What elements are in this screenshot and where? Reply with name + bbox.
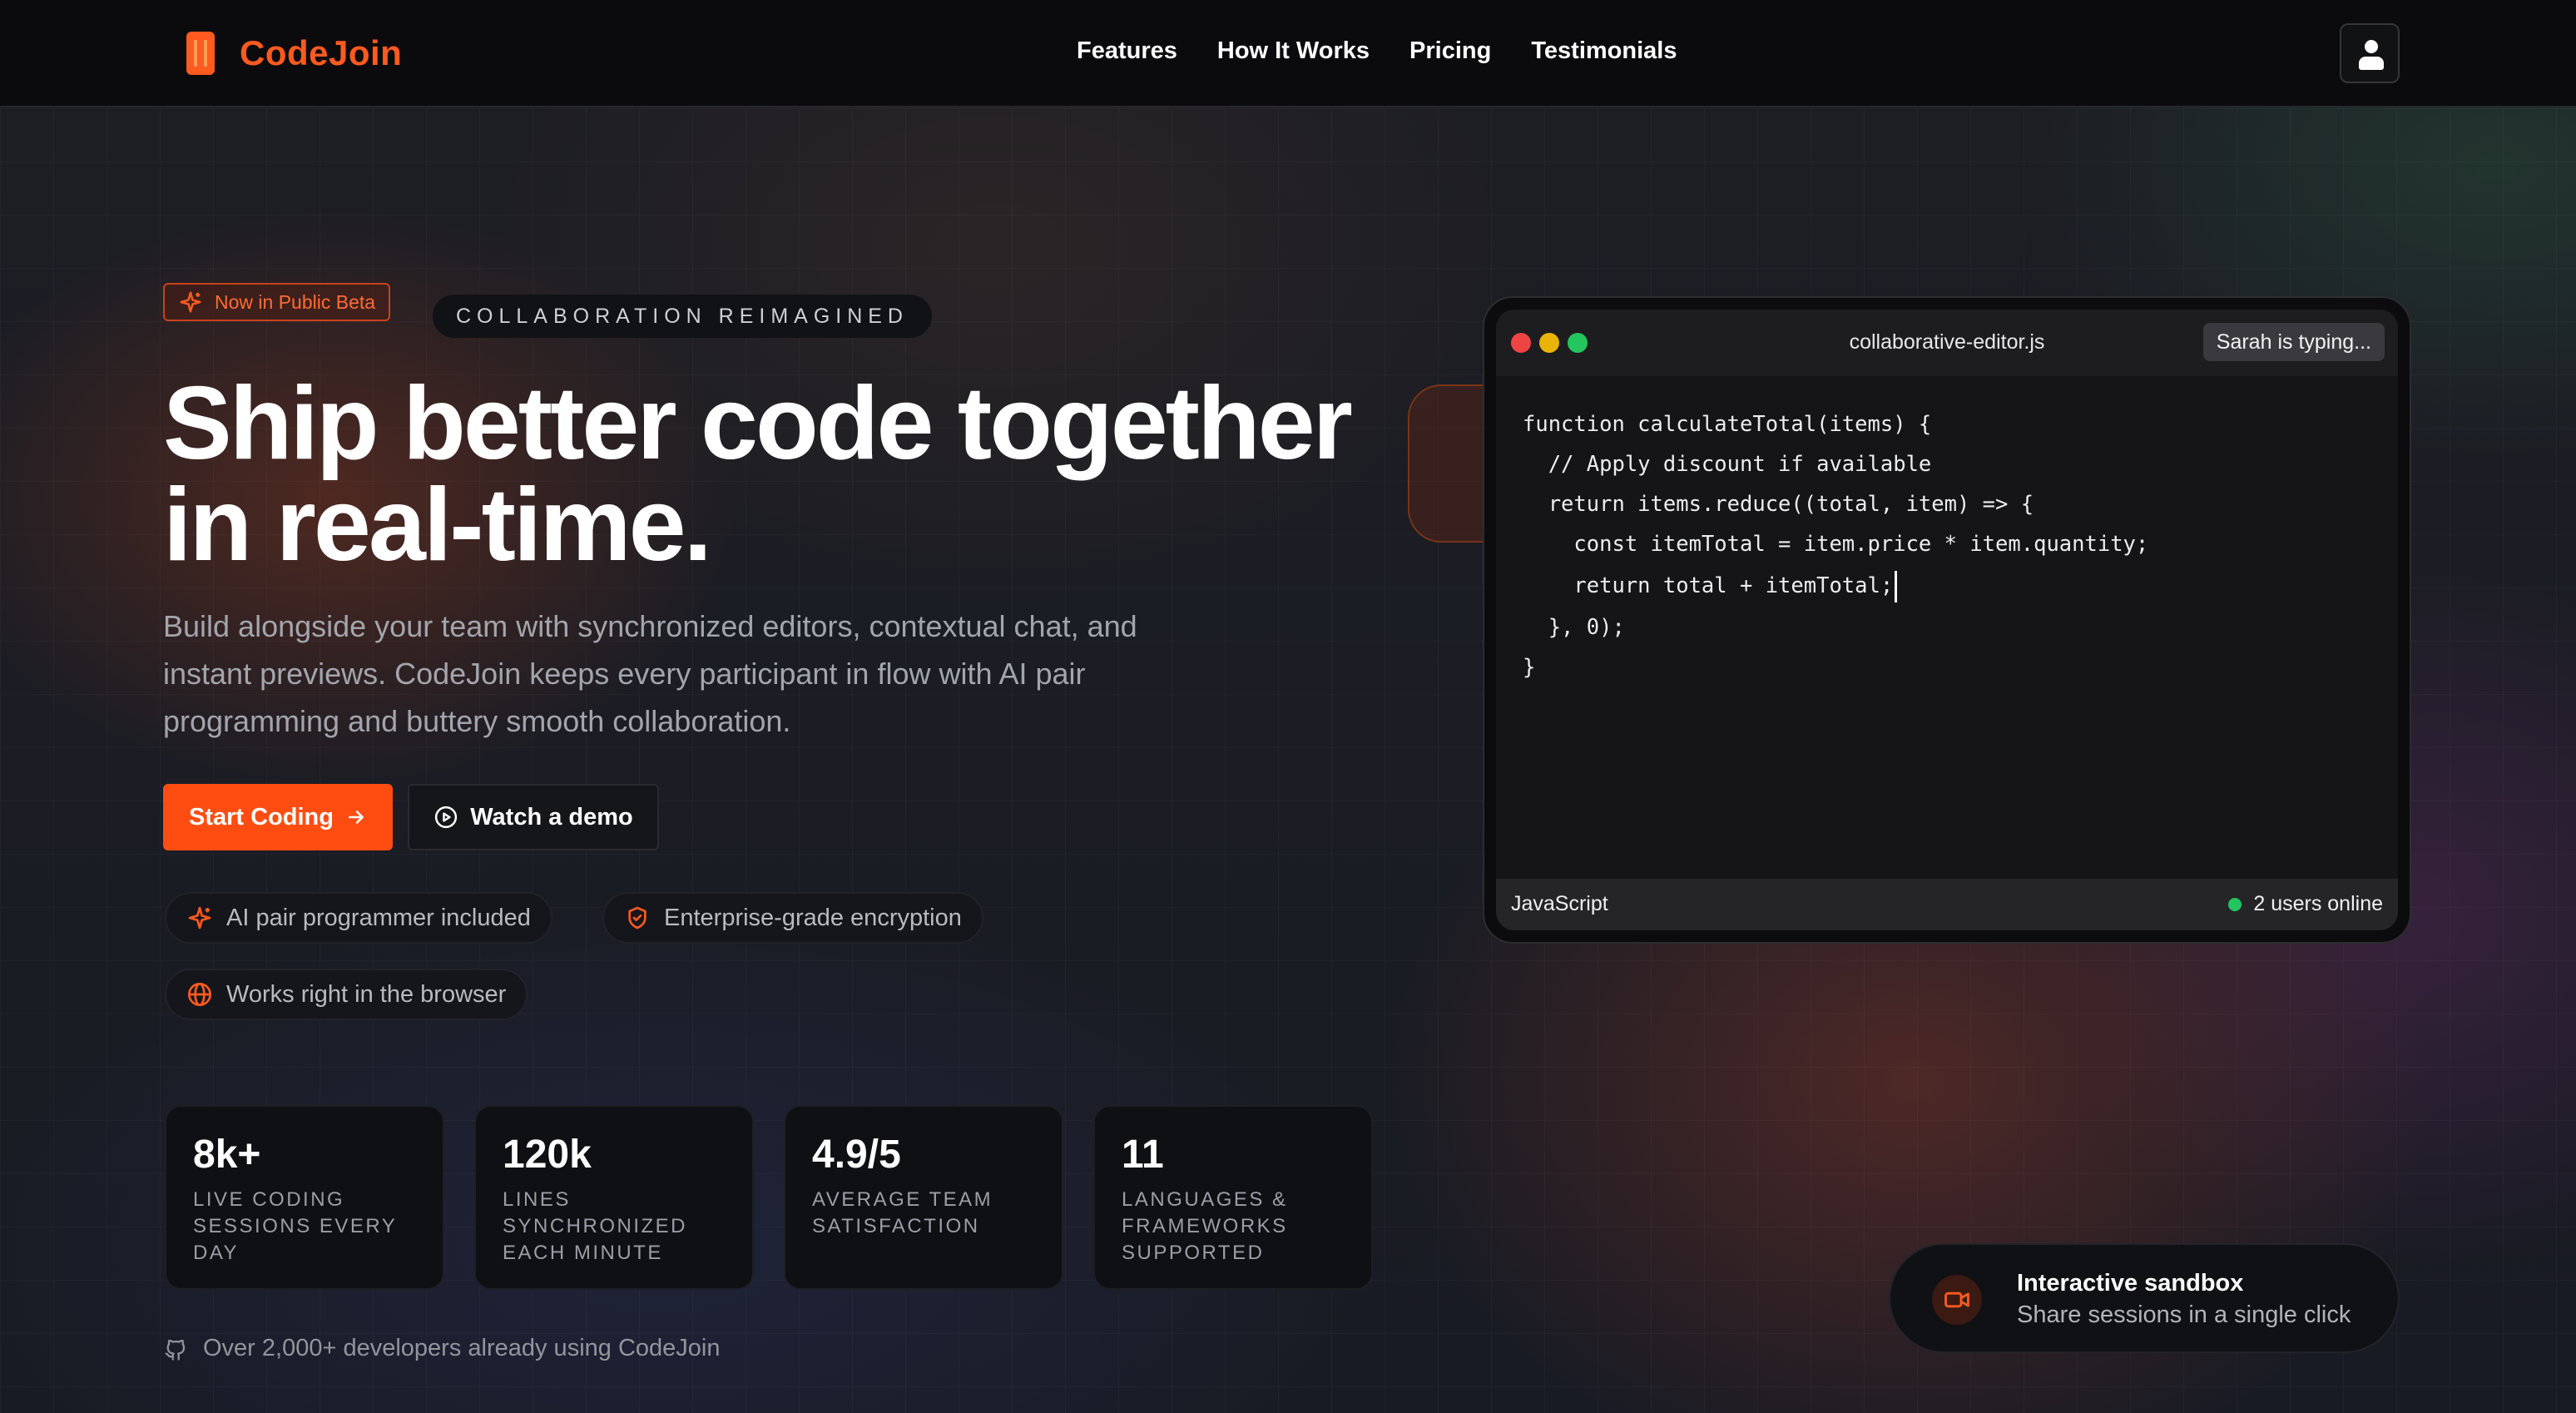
- eyebrow-text: COLLABORATION REIMAGINED: [456, 304, 909, 328]
- feature-pill-encryption: Enterprise-grade encryption: [602, 892, 983, 944]
- stat-card-satisfaction: 4.9/5 AVERAGE TEAM SATISFACTION: [784, 1105, 1063, 1290]
- start-coding-label: Start Coding: [189, 803, 334, 830]
- stat-label: LIVE CODING SESSIONS EVERY DAY: [193, 1188, 397, 1264]
- nav-link-features[interactable]: Features: [1077, 37, 1177, 65]
- social-proof-text: Over 2,000+ developers already using Cod…: [203, 1335, 721, 1361]
- beta-badge-label: Now in Public Beta: [215, 290, 376, 313]
- stat-value: 120k: [503, 1133, 592, 1177]
- sparkle-icon: [180, 291, 201, 313]
- code-editor-preview: collaborative-editor.js Sarah is typing.…: [1496, 310, 2398, 930]
- headline-line-2: in real-time.: [163, 468, 712, 583]
- sparkle-icon: [188, 906, 211, 930]
- stat-label: LANGUAGES & FRAMEWORKS SUPPORTED: [1122, 1188, 1288, 1264]
- typing-status: Sarah is typing...: [2216, 330, 2371, 354]
- nav-link-pricing[interactable]: Pricing: [1409, 37, 1491, 65]
- code-line: function calculateTotal(items) {: [1523, 412, 1932, 437]
- stat-card-lines: 120k LINES SYNCHRONIZED EACH MINUTE: [474, 1105, 754, 1290]
- watch-demo-label: Watch a demo: [470, 803, 633, 830]
- code-line: }, 0);: [1523, 615, 1625, 640]
- online-count: 2 users online: [2253, 892, 2383, 915]
- sandbox-title: Interactive sandbox: [2017, 1270, 2244, 1296]
- feature-label: Works right in the browser: [226, 980, 507, 1008]
- code-line: }: [1523, 655, 1536, 680]
- arrow-right-icon: [349, 811, 364, 824]
- feature-label: Enterprise-grade encryption: [664, 904, 962, 931]
- start-coding-button[interactable]: Start Coding: [163, 784, 393, 850]
- github-icon: [165, 1339, 186, 1361]
- video-camera-icon: [1944, 1292, 1969, 1308]
- top-nav: CodeJoin Features How It Works Pricing T…: [0, 0, 2576, 107]
- beta-badge: Now in Public Beta: [163, 283, 391, 321]
- eyebrow-pill: COLLABORATION REIMAGINED: [433, 295, 932, 338]
- globe-icon: [188, 983, 211, 1006]
- brand-name: CodeJoin: [240, 33, 403, 72]
- feature-pill-browser: Works right in the browser: [165, 969, 528, 1020]
- logo-icon: [186, 32, 215, 75]
- online-status: 2 users online: [2228, 892, 2383, 916]
- hero-subtext: Build alongside your team with synchroni…: [163, 609, 1137, 738]
- stat-label: LINES SYNCHRONIZED EACH MINUTE: [503, 1188, 688, 1264]
- editor-statusbar: JavaScript 2 users online: [1496, 879, 2398, 930]
- feature-pill-ai: AI pair programmer included: [165, 892, 552, 944]
- text-caret: [1895, 571, 1898, 602]
- stat-value: 4.9/5: [812, 1133, 901, 1177]
- hero-headline: Ship better code together in real-time.: [163, 372, 1478, 577]
- watch-demo-button[interactable]: Watch a demo: [408, 784, 659, 850]
- sandbox-subtitle: Share sessions in a single click: [2017, 1301, 2351, 1328]
- code-line: // Apply discount if available: [1523, 452, 1932, 477]
- code-line: return total + itemTotal;: [1523, 573, 1894, 598]
- language-label: JavaScript: [1511, 892, 1608, 915]
- headline-line-1: Ship better code together: [163, 366, 1353, 481]
- code-block: function calculateTotal(items) { // Appl…: [1523, 404, 2148, 687]
- online-dot-icon: [2228, 897, 2242, 911]
- social-proof: Over 2,000+ developers already using Cod…: [163, 1335, 720, 1362]
- stat-card-sessions: 8k+ LIVE CODING SESSIONS EVERY DAY: [165, 1105, 444, 1290]
- nav-link-how-it-works[interactable]: How It Works: [1217, 37, 1370, 65]
- code-line: const itemTotal = item.price * item.quan…: [1523, 532, 2149, 557]
- stat-value: 11: [1122, 1133, 1164, 1177]
- sandbox-icon-wrap: [1932, 1275, 1982, 1325]
- user-icon-body: [2359, 57, 2384, 70]
- feature-label: AI pair programmer included: [226, 904, 531, 931]
- user-icon: [2365, 40, 2378, 53]
- stat-card-languages: 11 LANGUAGES & FRAMEWORKS SUPPORTED: [1093, 1105, 1373, 1290]
- nav-link-testimonials[interactable]: Testimonials: [1531, 37, 1677, 65]
- brand-logo[interactable]: CodeJoin: [186, 32, 402, 75]
- code-line: return items.reduce((total, item) => {: [1523, 492, 2034, 517]
- play-circle-icon: [435, 806, 458, 829]
- stat-value: 8k+: [193, 1133, 261, 1177]
- editor-titlebar: collaborative-editor.js Sarah is typing.…: [1496, 310, 2398, 376]
- shield-check-icon: [628, 906, 646, 930]
- nav-links: Features How It Works Pricing Testimonia…: [1077, 37, 1677, 65]
- typing-indicator: Sarah is typing...: [2202, 323, 2385, 361]
- stat-label: AVERAGE TEAM SATISFACTION: [812, 1188, 993, 1237]
- user-account-button[interactable]: [2340, 23, 2400, 83]
- code-line-with-caret: return total + itemTotal;: [1523, 564, 2148, 607]
- sandbox-card[interactable]: Interactive sandbox Share sessions in a …: [1889, 1243, 2400, 1353]
